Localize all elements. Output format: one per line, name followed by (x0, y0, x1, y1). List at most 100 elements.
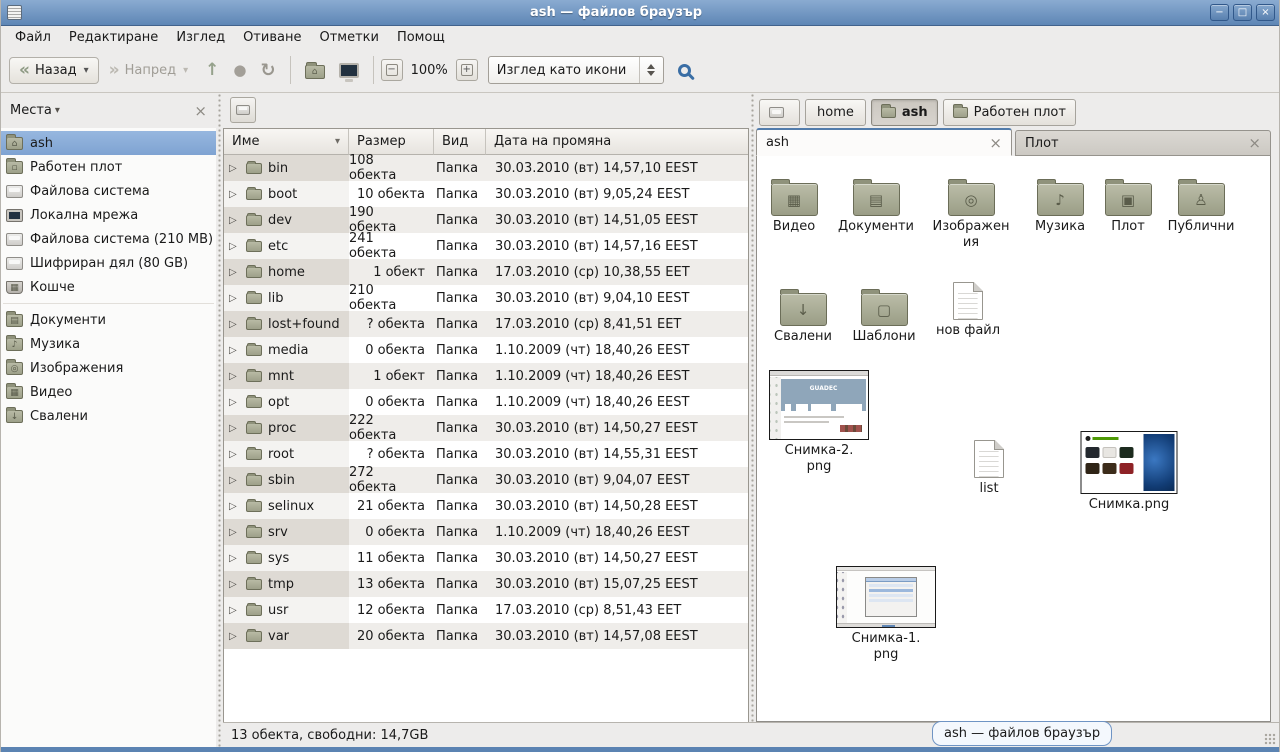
expander-icon[interactable]: ▷ (229, 449, 240, 460)
sidebar-item[interactable]: Файлова система (1, 179, 216, 203)
sidebar-item[interactable]: ↓ Свалени (1, 404, 216, 428)
sidebar-title[interactable]: Места (10, 103, 52, 118)
sidebar-item[interactable]: ▫ Работен плот (1, 155, 216, 179)
sidebar-item[interactable]: ▦ Видео (1, 380, 216, 404)
table-row[interactable]: ▷ lib 210 обекта Папка 30.03.2010 (вт) 9… (224, 285, 748, 311)
expander-icon[interactable]: ▷ (229, 553, 240, 564)
sidebar-dropdown-icon[interactable]: ▾ (55, 105, 60, 116)
expander-icon[interactable]: ▷ (229, 527, 240, 538)
search-icon[interactable] (678, 64, 691, 77)
file-item-snimka1[interactable]: Снимка-1. png (836, 566, 936, 663)
sidebar-item[interactable]: Локална мрежа (1, 203, 216, 227)
expander-icon[interactable]: ▷ (229, 241, 240, 252)
view-mode-select[interactable]: Изглед като икони (488, 56, 664, 84)
table-row[interactable]: ▷ media 0 обекта Папка 1.10.2009 (чт) 18… (224, 337, 748, 363)
column-header-size[interactable]: Размер (349, 129, 434, 155)
expander-icon[interactable]: ▷ (229, 605, 240, 616)
file-item[interactable]: нов файл (922, 278, 1014, 339)
file-item[interactable]: ▢ Шаблони (838, 284, 930, 345)
table-row[interactable]: ▷ mnt 1 обект Папка 1.10.2009 (чт) 18,40… (224, 363, 748, 389)
file-item[interactable]: ↓ Свалени (757, 284, 849, 345)
back-dropdown-icon[interactable]: ▾ (84, 65, 89, 76)
file-item[interactable]: ▤ Документи (830, 174, 922, 235)
file-item[interactable]: ♙ Публични (1155, 174, 1247, 235)
sidebar-item[interactable]: ♪ Музика (1, 332, 216, 356)
table-row[interactable]: ▷ lost+found ? обекта Папка 17.03.2010 (… (224, 311, 748, 337)
combo-spinner-icon[interactable] (639, 57, 663, 83)
go-up-button[interactable]: ↑ (198, 55, 226, 85)
table-row[interactable]: ▷ opt 0 обекта Папка 1.10.2009 (чт) 18,4… (224, 389, 748, 415)
expander-icon[interactable]: ▷ (229, 319, 240, 330)
tab[interactable]: Плот × (1015, 130, 1271, 156)
file-item-snimka2[interactable]: GUADEC Снимка-2. png (769, 370, 869, 475)
table-row[interactable]: ▷ boot 10 обекта Папка 30.03.2010 (вт) 9… (224, 181, 748, 207)
expander-icon[interactable]: ▷ (229, 267, 240, 278)
table-row[interactable]: ▷ proc 222 обекта Папка 30.03.2010 (вт) … (224, 415, 748, 441)
tab-close-icon[interactable]: × (989, 134, 1002, 152)
expander-icon[interactable]: ▷ (229, 631, 240, 642)
table-row[interactable]: ▷ tmp 13 обекта Папка 30.03.2010 (вт) 15… (224, 571, 748, 597)
back-button[interactable]: « Назад ▾ (9, 57, 99, 84)
table-row[interactable]: ▷ usr 12 обекта Папка 17.03.2010 (ср) 8,… (224, 597, 748, 623)
pane-splitter[interactable] (749, 93, 756, 722)
zoom-in-button[interactable]: + (456, 59, 478, 81)
expander-icon[interactable]: ▷ (229, 163, 240, 174)
close-button[interactable]: × (1256, 4, 1275, 21)
column-header-date[interactable]: Дата на промяна (486, 129, 748, 155)
maximize-button[interactable]: □ (1233, 4, 1252, 21)
expander-icon[interactable]: ▷ (229, 345, 240, 356)
computer-button[interactable] (332, 58, 366, 83)
zoom-out-button[interactable]: − (381, 59, 403, 81)
sidebar-item[interactable]: ⌂ ash (1, 131, 216, 155)
sidebar-item[interactable]: Шифриран дял (80 GB) (1, 251, 216, 275)
resize-grip[interactable] (1264, 733, 1276, 745)
sidebar-close-icon[interactable]: × (194, 102, 207, 120)
menu-item[interactable]: Редактиране (61, 28, 166, 47)
breadcrumb-button[interactable] (759, 99, 800, 126)
tab-close-icon[interactable]: × (1248, 134, 1261, 152)
sidebar-item[interactable]: ◎ Изображения (1, 356, 216, 380)
expander-icon[interactable]: ▷ (229, 579, 240, 590)
icon-view[interactable]: ▦ Видео ▤ Документи ◎ Изображен (756, 156, 1271, 722)
tab[interactable]: ash × (756, 128, 1012, 156)
table-row[interactable]: ▷ sbin 272 обекта Папка 30.03.2010 (вт) … (224, 467, 748, 493)
file-item[interactable]: ▦ Видео (756, 174, 840, 235)
home-button[interactable]: ⌂ (298, 57, 332, 84)
table-row[interactable]: ▷ bin 108 обекта Папка 30.03.2010 (вт) 1… (224, 155, 748, 181)
sidebar-item[interactable]: Файлова система (210 MB) (1, 227, 216, 251)
sidebar-item[interactable]: ▦ Кошче (1, 275, 216, 299)
table-row[interactable]: ▷ selinux 21 обекта Папка 30.03.2010 (вт… (224, 493, 748, 519)
file-item[interactable]: ◎ Изображен ия (925, 174, 1017, 251)
minimize-button[interactable]: − (1210, 4, 1229, 21)
column-header-type[interactable]: Вид (434, 129, 486, 155)
expander-icon[interactable]: ▷ (229, 475, 240, 486)
table-row[interactable]: ▷ home 1 обект Папка 17.03.2010 (ср) 10,… (224, 259, 748, 285)
breadcrumb-button[interactable]: ash (871, 99, 938, 126)
table-row[interactable]: ▷ var 20 обекта Папка 30.03.2010 (вт) 14… (224, 623, 748, 649)
pane-splitter[interactable] (216, 93, 223, 747)
table-row[interactable]: ▷ srv 0 обекта Папка 1.10.2009 (чт) 18,4… (224, 519, 748, 545)
menu-item[interactable]: Отиване (235, 28, 309, 47)
expander-icon[interactable]: ▷ (229, 293, 240, 304)
file-item[interactable]: list (943, 436, 1035, 497)
titlebar[interactable]: ash — файлов браузър − □ × (1, 0, 1279, 26)
forward-button[interactable]: » Напред ▾ (99, 57, 199, 84)
menu-item[interactable]: Изглед (168, 28, 233, 47)
table-row[interactable]: ▷ dev 190 обекта Папка 30.03.2010 (вт) 1… (224, 207, 748, 233)
expander-icon[interactable]: ▷ (229, 397, 240, 408)
reload-button[interactable]: ↻ (253, 55, 282, 86)
breadcrumb-button[interactable]: home (805, 99, 866, 126)
table-row[interactable]: ▷ sys 11 обекта Папка 30.03.2010 (вт) 14… (224, 545, 748, 571)
file-item-snimka[interactable]: Снимка.png (1081, 431, 1178, 513)
menu-item[interactable]: Файл (7, 28, 59, 47)
column-header-name[interactable]: Име ▾ (224, 129, 349, 155)
breadcrumb-button[interactable]: Работен плот (943, 99, 1076, 126)
sidebar-item[interactable]: ▤ Документи (1, 308, 216, 332)
root-location-button[interactable] (230, 97, 256, 123)
expander-icon[interactable]: ▷ (229, 215, 240, 226)
menu-item[interactable]: Помощ (389, 28, 453, 47)
expander-icon[interactable]: ▷ (229, 189, 240, 200)
expander-icon[interactable]: ▷ (229, 423, 240, 434)
expander-icon[interactable]: ▷ (229, 501, 240, 512)
menu-item[interactable]: Отметки (311, 28, 386, 47)
